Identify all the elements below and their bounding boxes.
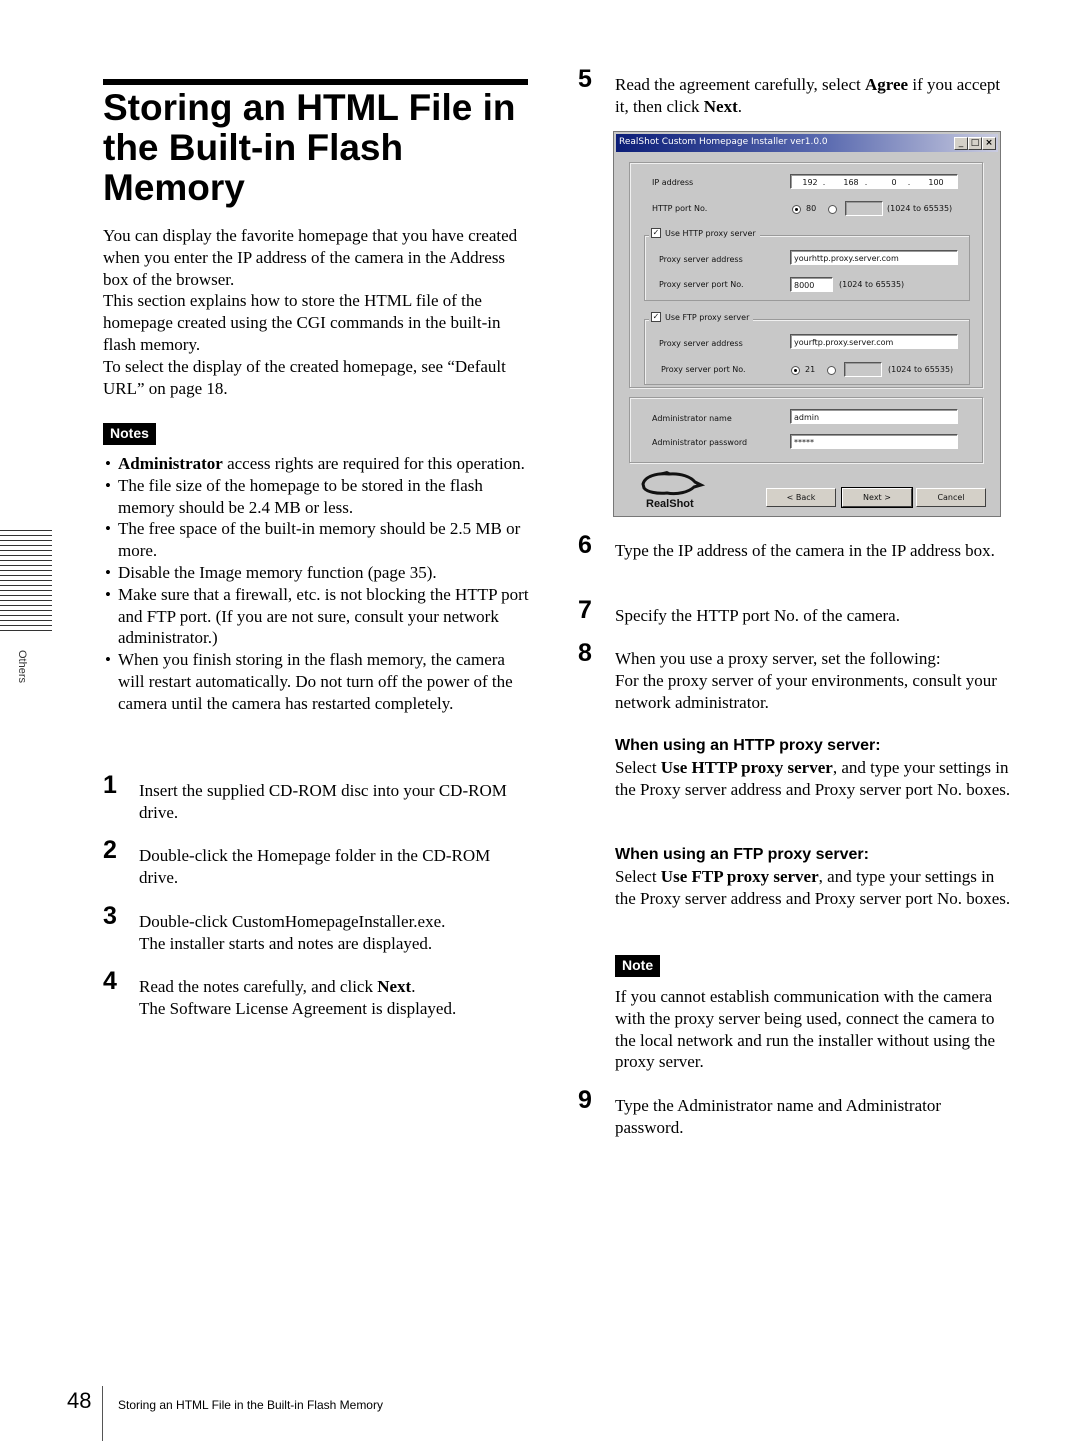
step-number: 6	[578, 531, 592, 559]
note-item: The free space of the built-in memory sh…	[103, 518, 533, 562]
http-proxy-address-input[interactable]: yourhttp.proxy.server.com	[790, 250, 958, 265]
http-proxy-instructions: When using an HTTP proxy server: Select …	[615, 735, 1015, 801]
ftp-proxy-instructions: When using an FTP proxy server: Select U…	[615, 844, 1015, 910]
footer-divider	[102, 1386, 103, 1441]
footer-section-title: Storing an HTML File in the Built-in Fla…	[118, 1398, 383, 1412]
step-number: 7	[578, 596, 592, 624]
ftp-port-range-hint: (1024 to 65535)	[888, 365, 954, 374]
ip-address-input[interactable]: 192 . 168 . 0 . 100	[790, 174, 958, 189]
step-number: 8	[578, 639, 592, 667]
step-1: 1 Insert the supplied CD-ROM disc into y…	[103, 771, 507, 822]
intro-paragraph: You can display the favorite homepage th…	[103, 226, 518, 289]
dialog-titlebar: RealShot Custom Homepage Installer ver1.…	[616, 134, 998, 152]
http-proxy-port-label: Proxy server port No.	[659, 280, 744, 289]
http-port-default-radio[interactable]	[792, 205, 801, 214]
ftp-proxy-group: ✓ Use FTP proxy server Proxy server addr…	[644, 312, 970, 385]
realshot-logo: RealShot	[639, 470, 709, 512]
side-tab-stripes	[0, 530, 52, 635]
page-number: 48	[67, 1388, 92, 1413]
http-proxy-group: ✓ Use HTTP proxy server Proxy server add…	[644, 228, 970, 301]
step-number: 2	[103, 836, 117, 864]
ip-address-label: IP address	[652, 178, 694, 187]
next-button[interactable]: Next >	[841, 487, 913, 508]
use-ftp-proxy-checkbox[interactable]: ✓	[651, 312, 661, 322]
realshot-logo-text: RealShot	[646, 498, 694, 510]
http-port-label: HTTP port No.	[652, 204, 708, 213]
page-title: Storing an HTML File in the Built-in Fla…	[103, 87, 516, 208]
dialog-title: RealShot Custom Homepage Installer ver1.…	[619, 137, 828, 147]
ftp-port-default-radio[interactable]	[791, 366, 800, 375]
notes-badge: Notes	[103, 423, 156, 445]
title-rule	[103, 79, 528, 85]
ftp-port-default-value: 21	[805, 365, 816, 374]
http-port-custom-input[interactable]	[845, 201, 883, 216]
step-5: 5 Read the agreement carefully, select A…	[578, 65, 1001, 116]
step-8: 8 When you use a proxy server, set the f…	[578, 639, 997, 712]
note-item: The file size of the homepage to be stor…	[103, 475, 533, 519]
settings-panel: IP address 192 . 168 . 0 . 100 HTTP port…	[629, 162, 983, 388]
intro-paragraph: To select the display of the created hom…	[103, 356, 506, 398]
note-item-bold: Administrator	[118, 454, 223, 473]
installer-dialog: RealShot Custom Homepage Installer ver1.…	[613, 131, 1001, 517]
admin-password-input[interactable]: *****	[790, 434, 958, 449]
use-http-proxy-label: Use HTTP proxy server	[665, 228, 756, 238]
ftp-port-custom-input[interactable]	[844, 362, 882, 377]
side-tab-label: Others	[16, 650, 28, 684]
http-port-range-hint: (1024 to 65535)	[887, 204, 953, 213]
http-proxy-address-label: Proxy server address	[659, 255, 743, 264]
http-proxy-port-input[interactable]: 8000	[790, 277, 833, 292]
back-button[interactable]: < Back	[766, 488, 836, 507]
use-ftp-proxy-label: Use FTP proxy server	[665, 312, 750, 322]
step-number: 5	[578, 65, 592, 93]
realshot-logo-icon	[641, 471, 706, 496]
http-proxy-heading: When using an HTTP proxy server:	[615, 737, 881, 754]
cancel-button[interactable]: Cancel	[916, 488, 986, 507]
maximize-icon[interactable]: □	[968, 137, 982, 150]
note-item: When you finish storing in the flash mem…	[103, 649, 533, 714]
step-number: 9	[578, 1086, 592, 1114]
ftp-proxy-port-label: Proxy server port No.	[661, 365, 746, 374]
http-proxy-port-range-hint: (1024 to 65535)	[839, 280, 905, 289]
notes-list: Administrator access rights are required…	[103, 453, 533, 715]
note-text: If you cannot establish communication wi…	[615, 987, 996, 1072]
step-3: 3 Double-click CustomHomepageInstaller.e…	[103, 902, 446, 953]
minimize-icon[interactable]: _	[954, 137, 968, 150]
admin-panel: Administrator name admin Administrator p…	[629, 397, 983, 463]
ftp-proxy-heading: When using an FTP proxy server:	[615, 846, 869, 863]
ftp-proxy-address-label: Proxy server address	[659, 339, 743, 348]
ftp-port-custom-radio[interactable]	[827, 366, 836, 375]
http-port-custom-radio[interactable]	[828, 205, 837, 214]
note-item: Administrator access rights are required…	[103, 453, 533, 475]
admin-name-input[interactable]: admin	[790, 409, 958, 424]
note-badge: Note	[615, 955, 661, 977]
admin-name-label: Administrator name	[652, 414, 732, 423]
note-item: Make sure that a firewall, etc. is not b…	[103, 584, 533, 649]
close-icon[interactable]: ×	[982, 137, 996, 150]
step-number: 4	[103, 967, 117, 995]
use-http-proxy-checkbox[interactable]: ✓	[651, 228, 661, 238]
intro-paragraph: This section explains how to store the H…	[103, 291, 501, 354]
step-7: 7 Specify the HTTP port No. of the camer…	[578, 596, 900, 625]
note-item: Disable the Image memory function (page …	[103, 562, 533, 584]
http-port-default-value: 80	[806, 204, 817, 213]
step-9: 9 Type the Administrator name and Admini…	[578, 1086, 941, 1137]
step-2: 2 Double-click the Homepage folder in th…	[103, 836, 491, 887]
admin-password-label: Administrator password	[652, 438, 748, 447]
step-4: 4 Read the notes carefully, and click Ne…	[103, 967, 457, 1018]
step-number: 1	[103, 771, 117, 799]
step-number: 3	[103, 902, 117, 930]
ftp-proxy-address-input[interactable]: yourftp.proxy.server.com	[790, 334, 958, 349]
intro-text: You can display the favorite homepage th…	[103, 225, 533, 399]
step-6: 6 Type the IP address of the camera in t…	[578, 531, 995, 560]
